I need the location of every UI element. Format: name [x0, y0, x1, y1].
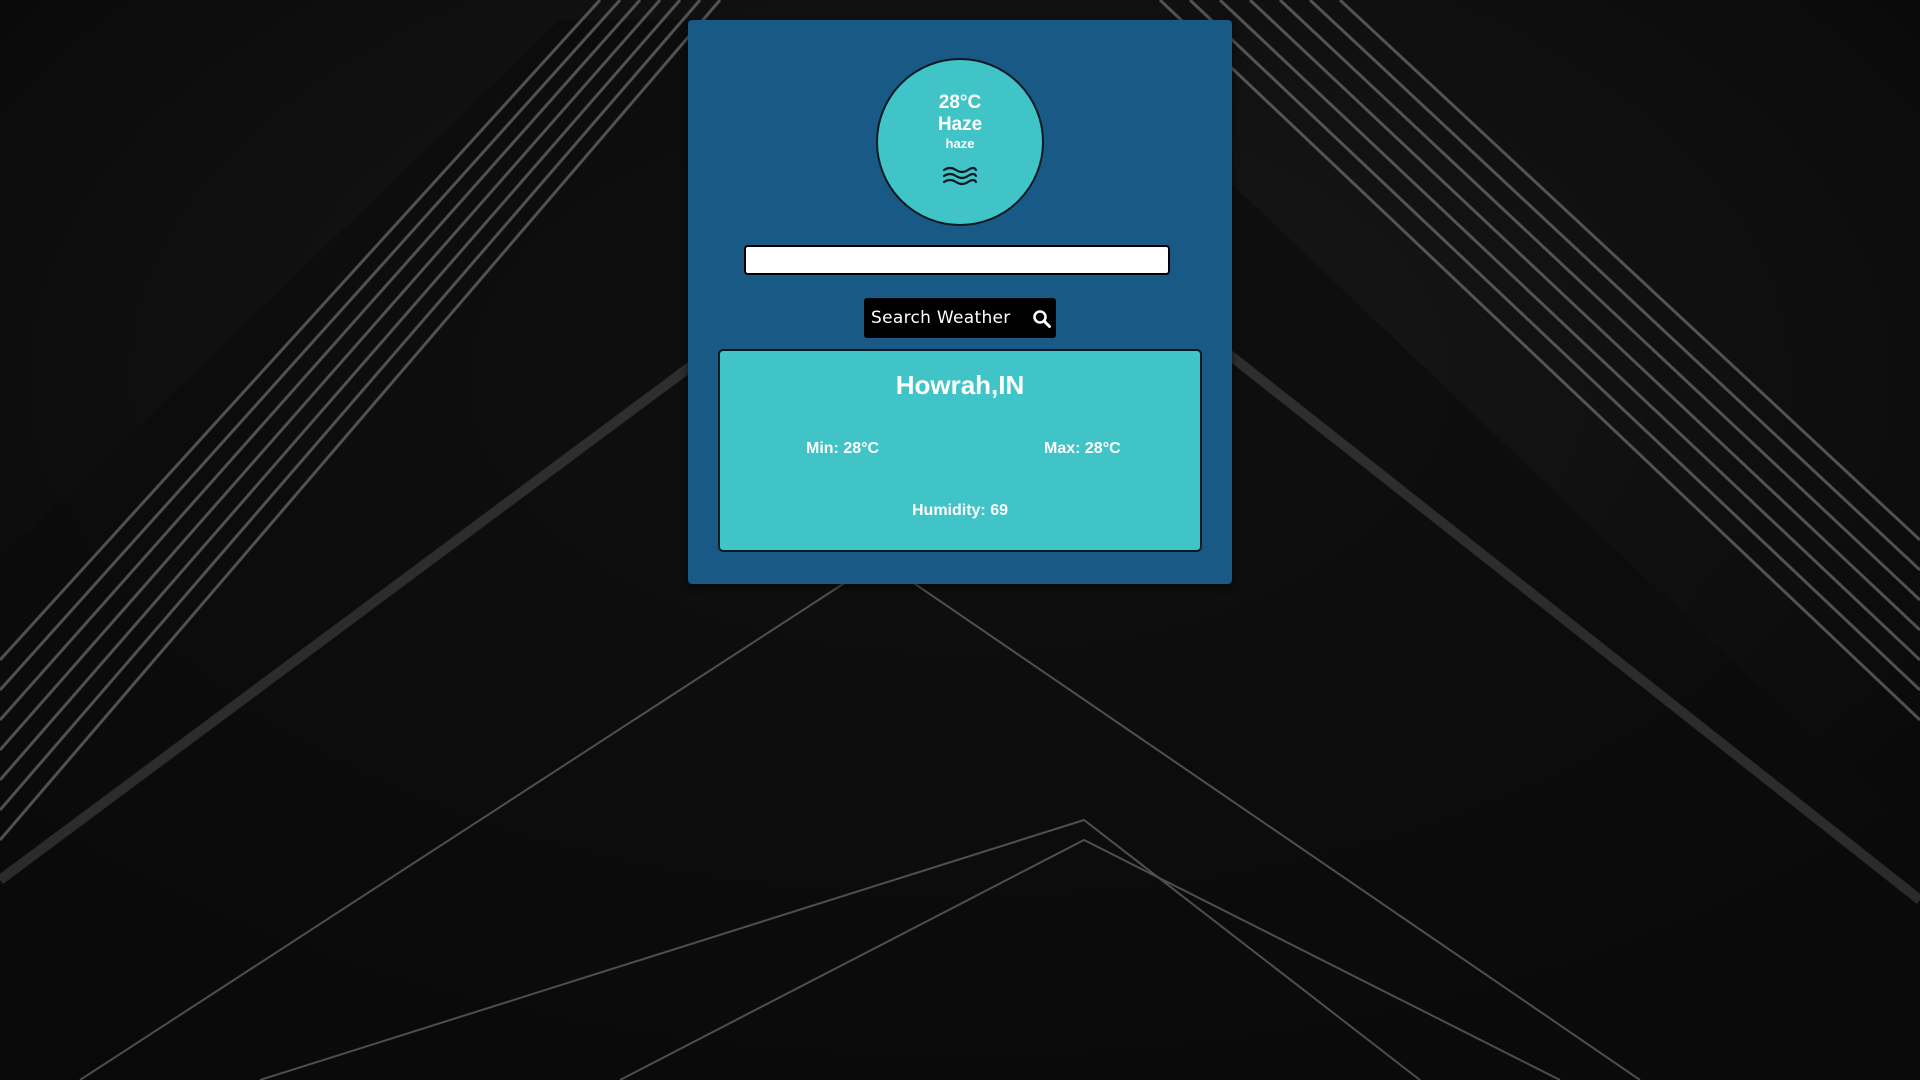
- current-description: haze: [945, 136, 975, 151]
- location-name: Howrah,IN: [895, 370, 1025, 400]
- haze-icon: [942, 166, 978, 186]
- weather-card: 28°C Haze haze Search Weather Howrah,IN …: [688, 20, 1232, 584]
- current-weather-circle: 28°C Haze haze: [876, 58, 1044, 226]
- max-temperature: Max: 28°C: [1044, 440, 1121, 457]
- weather-details-panel: Howrah,IN Min: 28°C Max: 28°C Humidity: …: [718, 349, 1202, 552]
- city-search-input[interactable]: [744, 245, 1170, 275]
- min-temperature: Min: 28°C: [806, 440, 880, 457]
- search-weather-button[interactable]: Search Weather: [864, 298, 1056, 338]
- humidity: Humidity: 69: [911, 502, 1008, 519]
- current-condition: Haze: [937, 114, 983, 135]
- search-weather-button-label: Search Weather: [871, 308, 1011, 328]
- current-temperature: 28°C: [938, 92, 982, 113]
- search-icon: [1033, 310, 1051, 328]
